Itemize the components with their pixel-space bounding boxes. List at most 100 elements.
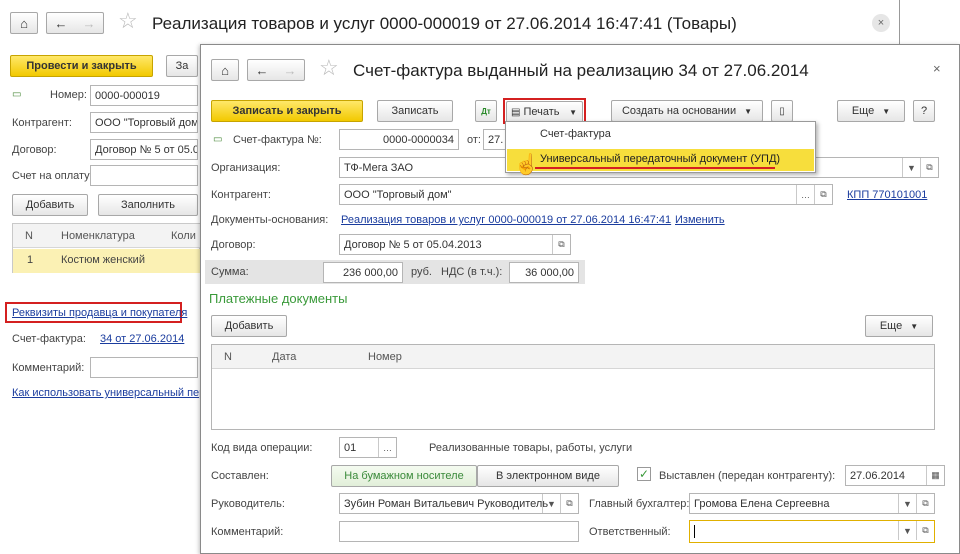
calendar-icon[interactable]: ▦	[926, 466, 944, 485]
comment-field[interactable]	[339, 521, 579, 542]
number-field[interactable]: 0000-000019	[90, 85, 198, 106]
nav-buttons[interactable]: ← →	[46, 12, 104, 34]
truncated-button[interactable]: За	[166, 55, 198, 77]
op-code-field[interactable]: 01 …	[339, 437, 397, 458]
contract-value: Договор № 5 от 05.04.2013	[344, 238, 482, 251]
comment-label: Комментарий:	[12, 362, 85, 374]
more-payments-button[interactable]: Еще ▼	[865, 315, 933, 337]
back-arrow-icon[interactable]: ←	[55, 16, 68, 31]
upd-underline	[535, 167, 775, 169]
sf-no-field[interactable]: 0000-0000034	[339, 129, 459, 150]
more-button[interactable]: Еще ▼	[837, 100, 905, 122]
fill-button[interactable]: Заполнить	[98, 194, 198, 216]
close-icon[interactable]: ×	[933, 61, 941, 76]
page-title: Счет-фактура выданный на реализацию 34 о…	[353, 61, 809, 80]
open-icon[interactable]: ⧉	[916, 494, 934, 513]
contract-field[interactable]: Договор № 5 от 05.04	[90, 139, 198, 160]
row-nomenclature: Костюм женский	[61, 254, 145, 266]
document-icon: ▯	[779, 105, 785, 117]
head-field[interactable]: Зубин Роман Витальевич Руководитель ▼ ⧉	[339, 493, 579, 514]
col-date-header: Дата	[272, 351, 297, 363]
issued-date-field[interactable]: 27.06.2014 ▦	[845, 465, 945, 486]
table-row[interactable]: 1 Костюм женский	[13, 249, 201, 273]
change-link[interactable]: Изменить	[675, 214, 725, 226]
close-icon[interactable]: ×	[872, 14, 890, 32]
create-based-button[interactable]: Создать на основании ▼	[611, 100, 763, 122]
org-label: Организация:	[211, 162, 281, 174]
contragent-label: Контрагент:	[211, 189, 271, 201]
home-icon: ⌂	[221, 62, 229, 78]
invoice-field[interactable]	[90, 165, 198, 186]
home-button[interactable]: ⌂	[10, 12, 38, 34]
payments-table[interactable]: N Дата Номер	[211, 344, 935, 430]
open-icon[interactable]: ⧉	[814, 185, 832, 204]
post-close-button[interactable]: Провести и закрыть	[10, 55, 153, 77]
more-label: Еще	[851, 105, 875, 117]
vat-field: 36 000,00	[509, 262, 579, 283]
head-label: Руководитель:	[211, 498, 285, 510]
open-icon[interactable]: ⧉	[916, 521, 934, 540]
issued-checkbox[interactable]: ✓	[637, 467, 651, 481]
paper-option[interactable]: На бумажном носителе	[331, 465, 477, 487]
basis-link[interactable]: Реализация товаров и услуг 0000-000019 о…	[341, 214, 671, 226]
chevron-down-icon: ▼	[569, 107, 577, 117]
add-payment-button[interactable]: Добавить	[211, 315, 287, 337]
currency-label: руб.	[411, 266, 432, 278]
invoice-label: Счет на оплату:	[12, 170, 93, 182]
sf-no-label: Счет-фактура №:	[233, 134, 322, 146]
open-icon[interactable]: ⧉	[560, 494, 578, 513]
contract-field[interactable]: Договор № 5 от 05.04.2013 ⧉	[339, 234, 571, 255]
menu-item-invoice[interactable]: Счет-фактура	[540, 128, 611, 140]
op-code-value: 01	[344, 441, 357, 454]
printer-icon: ▤	[511, 106, 521, 118]
kpp-link[interactable]: КПП 770101001	[847, 189, 927, 201]
open-icon[interactable]: ⧉	[920, 158, 938, 177]
from-label: от:	[467, 134, 481, 146]
back-arrow-icon[interactable]: ←	[256, 63, 269, 78]
ellipsis-icon[interactable]: …	[796, 185, 814, 204]
howto-link[interactable]: Как использовать универсальный пер	[12, 387, 205, 399]
comment-field[interactable]	[90, 357, 198, 378]
home-button[interactable]: ⌂	[211, 59, 239, 81]
hand-cursor-icon: ☝	[514, 154, 539, 176]
dropdown-icon[interactable]: ▼	[902, 158, 920, 177]
open-icon[interactable]: ⧉	[552, 235, 570, 254]
chief-accountant-value: Громова Елена Сергеевна	[694, 497, 830, 510]
electronic-option[interactable]: В электронном виде	[477, 465, 619, 487]
report-button[interactable]: ▯	[771, 100, 793, 122]
op-code-desc: Реализованные товары, работы, услуги	[429, 442, 633, 454]
requisites-link[interactable]: Реквизиты продавца и покупателя	[12, 307, 187, 319]
op-code-label: Код вида операции:	[211, 442, 313, 454]
contragent-field[interactable]: ООО "Торговый дом"	[90, 112, 198, 133]
dropdown-icon[interactable]: ▼	[542, 494, 560, 513]
basis-label: Документы-основания:	[211, 214, 329, 226]
forward-arrow-icon[interactable]: →	[284, 63, 297, 78]
favorite-star-icon[interactable]: ☆	[319, 55, 339, 81]
col-n-header: N	[25, 230, 33, 242]
add-button[interactable]: Добавить	[12, 194, 88, 216]
comment-label: Комментарий:	[211, 526, 284, 538]
contragent-field[interactable]: ООО "Торговый дом" … ⧉	[339, 184, 833, 205]
col-nomenclature-header: Номенклатура	[61, 230, 135, 242]
sf-link[interactable]: 34 от 27.06.2014	[100, 333, 184, 345]
head-value: Зубин Роман Витальевич Руководитель	[344, 497, 549, 510]
responsible-field[interactable]: ▼ ⧉	[689, 520, 935, 543]
nav-buttons[interactable]: ← →	[247, 59, 305, 81]
sum-label: Сумма:	[211, 266, 249, 278]
contragent-label: Контрагент:	[12, 117, 72, 129]
number-label: Номер:	[50, 89, 87, 101]
dropdown-icon[interactable]: ▼	[898, 494, 916, 513]
help-button[interactable]: ?	[913, 100, 935, 122]
dt-kt-button[interactable]: Дт	[475, 100, 497, 122]
forward-arrow-icon[interactable]: →	[83, 16, 96, 31]
print-label: Печать	[523, 106, 560, 118]
dropdown-icon[interactable]: ▼	[898, 521, 916, 540]
save-button[interactable]: Записать	[377, 100, 453, 122]
ellipsis-icon[interactable]: …	[378, 438, 396, 457]
print-button[interactable]: ▤ Печать ▼	[506, 101, 583, 123]
from-date-field[interactable]: 27.	[483, 129, 507, 150]
chief-accountant-field[interactable]: Громова Елена Сергеевна ▼ ⧉	[689, 493, 935, 514]
menu-item-upd[interactable]: Универсальный передаточный документ (УПД…	[507, 149, 814, 171]
save-close-button[interactable]: Записать и закрыть	[211, 100, 363, 122]
favorite-star-icon[interactable]: ☆	[118, 8, 138, 34]
